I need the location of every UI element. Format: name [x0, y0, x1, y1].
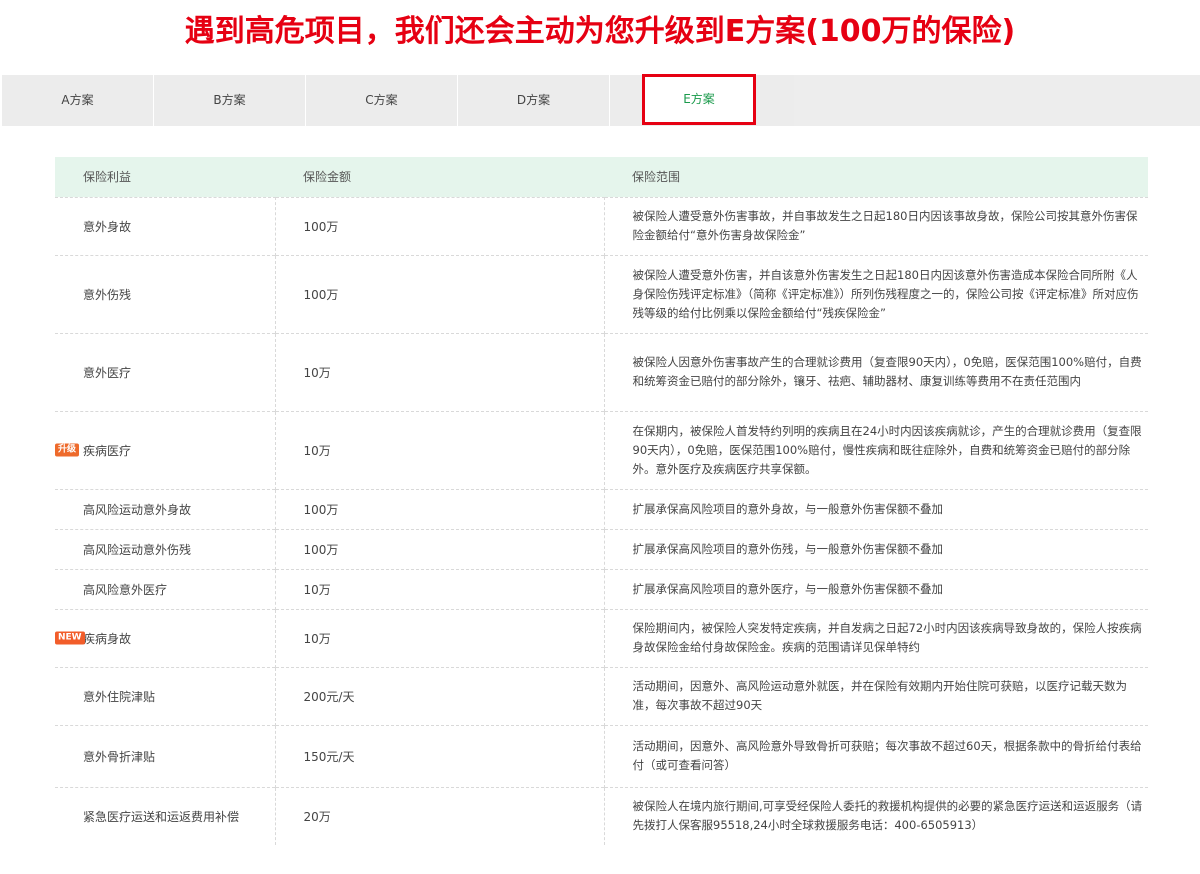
benefit-name: 意外住院津贴: [83, 689, 156, 704]
benefit-cell: 意外伤残: [55, 254, 276, 333]
scope-cell: 活动期间，因意外、高风险运动意外就医，并在保险有效期内开始住院可获赔，以医疗记载…: [604, 666, 1148, 725]
tab-plan-c[interactable]: C方案: [306, 75, 458, 126]
table-row: 意外身故 100万 被保险人遭受意外伤害事故，并自事故发生之日起180日内因该事故身…: [55, 196, 1148, 255]
amount-cell: 10万: [275, 410, 605, 489]
scope-cell: 保险期间内，被保险人突发特定疾病，并自发病之日起72小时内因该疾病导致身故的，保…: [604, 608, 1148, 667]
scope-cell: 被保险人因意外伤害事故产生的合理就诊费用（复查限90天内），0免赔，医保范围10…: [604, 332, 1148, 411]
amount-cell: 10万: [275, 332, 605, 411]
table-row: 高风险运动意外伤残 100万 扩展承保高风险项目的意外伤残，与一般意外伤害保额不叠加: [55, 528, 1148, 569]
table-row: 高风险运动意外身故 100万 扩展承保高风险项目的意外身故，与一般意外伤害保额不叠加: [55, 488, 1148, 529]
benefit-name: 高风险意外医疗: [83, 582, 168, 597]
benefit-name: 紧急医疗运送和运返费用补偿: [83, 809, 240, 824]
benefit-cell: 高风险运动意外身故: [55, 488, 276, 529]
table-row: 升级 疾病医疗 10万 在保期内，被保险人首发特约列明的疾病且在24小时内因该疾病就诊…: [55, 410, 1148, 489]
benefit-name: 意外医疗: [83, 365, 132, 380]
benefit-cell: 紧急医疗运送和运返费用补偿: [55, 786, 276, 845]
new-badge: NEW: [55, 631, 85, 645]
benefit-cell: 意外身故: [55, 196, 276, 255]
benefit-cell: 意外骨折津贴: [55, 724, 276, 787]
table-row: 紧急医疗运送和运返费用补偿 20万 被保险人在境内旅行期间,可享受经保险人委托的救援…: [55, 786, 1148, 845]
scope-cell: 被保险人遭受意外伤害，并自该意外伤害发生之日起180日内因该意外伤害造成本保险合…: [604, 254, 1148, 333]
tab-plan-a[interactable]: A方案: [2, 75, 154, 126]
scope-cell: 扩展承保高风险项目的意外身故，与一般意外伤害保额不叠加: [604, 488, 1148, 529]
scope-cell: 活动期间，因意外、高风险意外导致骨折可获赔；每次事故不超过60天，根据条款中的骨…: [604, 724, 1148, 787]
header-amount: 保险金额: [303, 170, 352, 185]
header-benefit: 保险利益: [83, 170, 132, 185]
table-row: 意外医疗 10万 被保险人因意外伤害事故产生的合理就诊费用（复查限90天内），0免赔…: [55, 332, 1148, 411]
amount-cell: 100万: [275, 196, 605, 255]
table-row: 意外伤残 100万 被保险人遭受意外伤害，并自该意外伤害发生之日起180日内因该意外…: [55, 254, 1148, 333]
benefit-name: 疾病身故: [83, 631, 132, 646]
amount-cell: 100万: [275, 488, 605, 529]
benefit-name: 意外伤残: [83, 287, 132, 302]
benefit-name: 意外身故: [83, 219, 132, 234]
table-row: 意外骨折津贴 150元/天 活动期间，因意外、高风险意外导致骨折可获赔；每次事故不超…: [55, 724, 1148, 787]
benefit-cell: 意外医疗: [55, 332, 276, 411]
amount-cell: 100万: [275, 528, 605, 569]
promo-headline: 遇到高危项目，我们还会主动为您升级到E方案(100万的保险): [184, 14, 1016, 49]
table-row: 高风险意外医疗 10万 扩展承保高风险项目的意外医疗，与一般意外伤害保额不叠加: [55, 568, 1148, 609]
amount-cell: 10万: [275, 608, 605, 667]
amount-cell: 150元/天: [275, 724, 605, 787]
scope-cell: 被保险人遭受意外伤害事故，并自事故发生之日起180日内因该事故身故，保险公司按其…: [604, 196, 1148, 255]
tab-plan-d[interactable]: D方案: [458, 75, 610, 126]
upgrade-badge: 升级: [55, 443, 80, 457]
benefit-cell: 升级 疾病医疗: [55, 410, 276, 489]
amount-cell: 20万: [275, 786, 605, 845]
benefit-name: 高风险运动意外身故: [83, 502, 192, 517]
table-row: 意外住院津贴 200元/天 活动期间，因意外、高风险运动意外就医，并在保险有效期内开…: [55, 666, 1148, 725]
scope-cell: 扩展承保高风险项目的意外医疗，与一般意外伤害保额不叠加: [604, 568, 1148, 609]
benefit-name: 高风险运动意外伤残: [83, 542, 192, 557]
amount-cell: 200元/天: [275, 666, 605, 725]
benefit-cell: 高风险运动意外伤残: [55, 528, 276, 569]
coverage-table: 保险利益 保险金额 保险范围 意外身故 100万 被保险人遭受意外伤害事故，并自事故…: [55, 157, 1148, 845]
benefit-name: 疾病医疗: [83, 443, 132, 458]
scope-cell: 扩展承保高风险项目的意外伤残，与一般意外伤害保额不叠加: [604, 528, 1148, 569]
amount-cell: 10万: [275, 568, 605, 609]
table-header-row: 保险利益 保险金额 保险范围: [55, 157, 1148, 197]
table-row: NEW 疾病身故 10万 保险期间内，被保险人突发特定疾病，并自发病之日起72小时内因…: [55, 608, 1148, 667]
amount-cell: 100万: [275, 254, 605, 333]
tab-plan-b[interactable]: B方案: [154, 75, 306, 126]
header-scope: 保险范围: [632, 170, 681, 185]
plan-tabs: A方案 B方案 C方案 D方案 E方案: [2, 74, 1200, 126]
benefit-cell: NEW 疾病身故: [55, 608, 276, 667]
scope-cell: 在保期内，被保险人首发特约列明的疾病且在24小时内因该疾病就诊，产生的合理就诊费…: [604, 410, 1148, 489]
benefit-name: 意外骨折津贴: [83, 749, 156, 764]
tab-bar-filler: [794, 75, 1200, 126]
benefit-cell: 意外住院津贴: [55, 666, 276, 725]
scope-cell: 被保险人在境内旅行期间,可享受经保险人委托的救援机构提供的必要的紧急医疗运送和运…: [604, 786, 1148, 845]
benefit-cell: 高风险意外医疗: [55, 568, 276, 609]
tab-plan-e[interactable]: E方案: [642, 74, 756, 125]
